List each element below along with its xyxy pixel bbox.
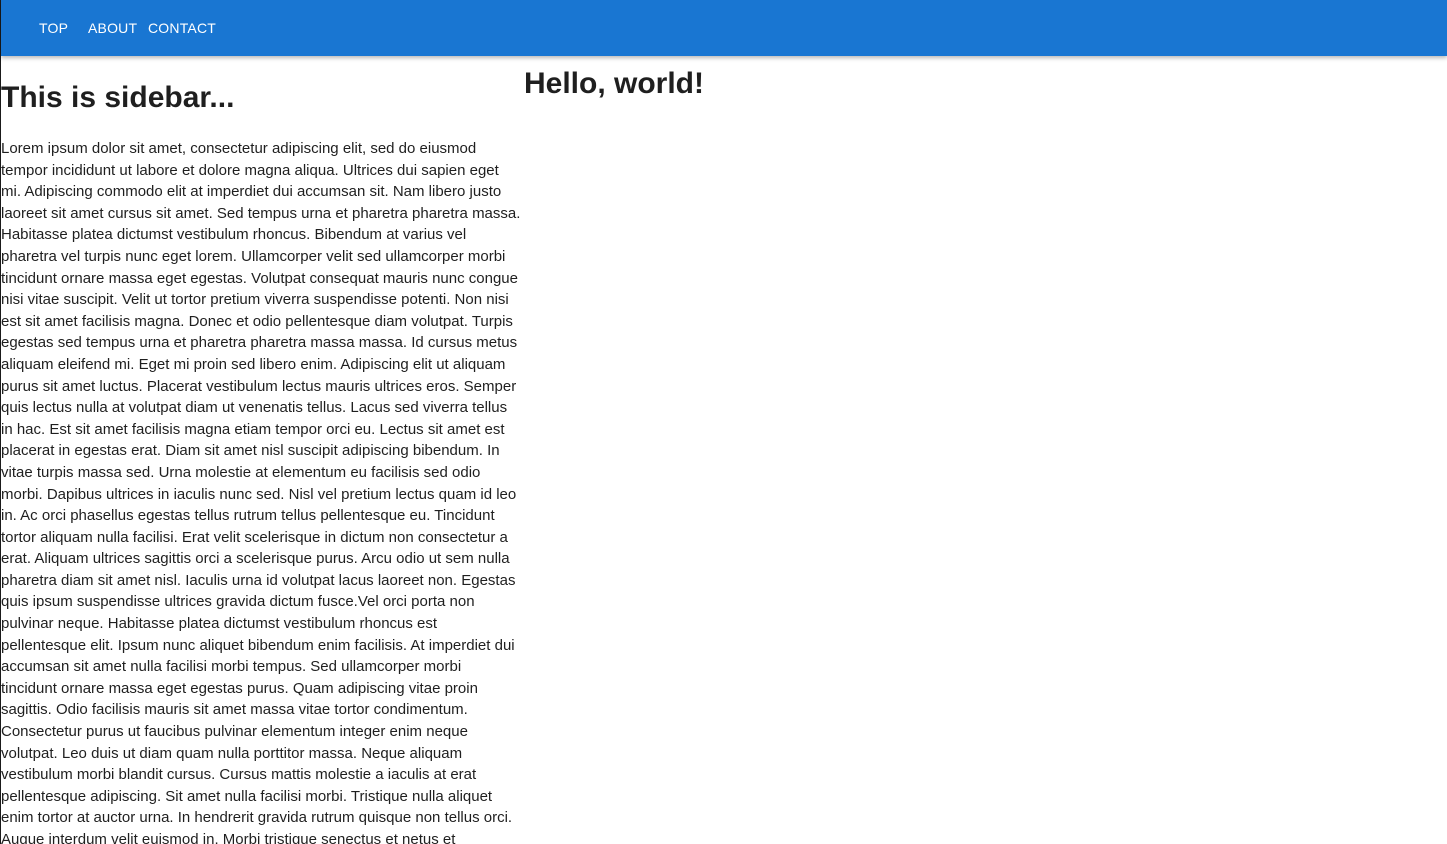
sidebar-body-text: Lorem ipsum dolor sit amet, consectetur … [1, 140, 521, 844]
nav-link-contact[interactable]: CONTACT [148, 0, 216, 56]
page-title: Hello, world! [524, 67, 704, 100]
nav-link-about[interactable]: ABOUT [88, 0, 137, 56]
sidebar-title: This is sidebar... [1, 81, 235, 114]
sidebar: This is sidebar... Lorem ipsum dolor sit… [1, 56, 521, 844]
nav-link-top[interactable]: TOP [39, 0, 68, 56]
main-content: Hello, world! [524, 56, 1424, 156]
app-bar: TOP ABOUT CONTACT [1, 0, 1447, 56]
